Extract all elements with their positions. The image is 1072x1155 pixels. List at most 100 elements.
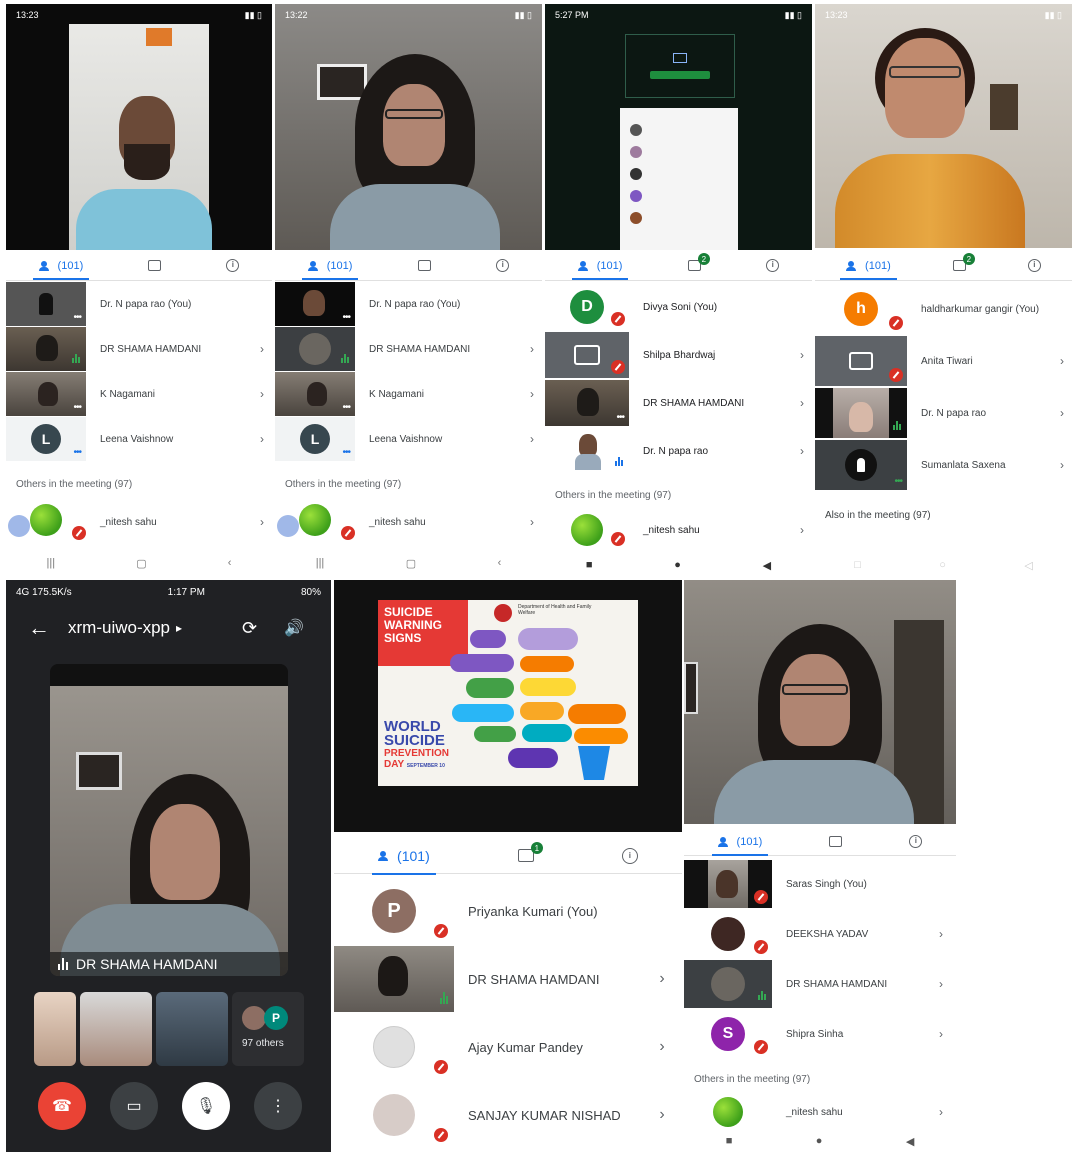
back-icon[interactable]: ◀ [763,559,771,572]
chevron-right-icon[interactable]: › [792,396,812,410]
participant-row[interactable]: L ••• Leena Vaishnow › [6,417,272,461]
tab-people[interactable]: (101) [32,260,90,280]
home-icon[interactable]: ● [816,1135,823,1147]
tab-chat[interactable] [829,836,843,847]
participant-tile[interactable] [80,992,152,1066]
chevron-right-icon[interactable]: › [252,432,272,446]
back-icon[interactable]: ← [28,615,50,641]
speaking-indicator-icon [58,958,68,970]
participant-row[interactable]: P Priyanka Kumari (You) [334,878,682,944]
chevron-right-icon[interactable]: › [522,515,542,529]
end-call-button[interactable]: ☎ [38,1082,86,1130]
participant-thumbnail [684,960,772,1008]
chevron-right-icon[interactable]: › [642,1038,682,1056]
tab-chat[interactable] [417,260,431,271]
back-icon[interactable]: ‹ [228,557,232,569]
home-icon[interactable]: ▢ [136,557,146,570]
chevron-right-icon[interactable]: › [252,387,272,401]
participant-row[interactable]: Dr. N papa rao › [545,428,812,474]
home-icon[interactable]: ○ [939,559,946,571]
chevron-right-icon[interactable]: › [642,1106,682,1124]
home-icon[interactable]: ● [674,559,681,571]
more-button[interactable]: ⋮ [254,1082,302,1130]
chevron-right-icon[interactable]: › [522,432,542,446]
home-icon[interactable]: ▢ [406,557,416,570]
chevron-right-icon[interactable]: ▸ [176,621,182,635]
chevron-right-icon[interactable]: › [252,515,272,529]
tab-info[interactable]: i [226,259,240,272]
tab-info[interactable]: i [909,835,923,848]
chevron-right-icon[interactable]: › [1052,354,1072,368]
tab-people[interactable]: (101) [571,260,629,280]
chevron-right-icon[interactable]: › [926,977,956,991]
participant-row[interactable]: Shilpa Bhardwaj › [545,332,812,378]
chevron-right-icon[interactable]: › [792,523,812,537]
chevron-right-icon[interactable]: › [792,348,812,362]
tab-info[interactable]: i [1027,259,1041,272]
participant-row[interactable]: ••• K Nagamani › [6,372,272,416]
participant-row[interactable]: ••• DR SHAMA HAMDANI › [545,380,812,426]
camera-button[interactable]: ▭ [110,1082,158,1130]
participant-row[interactable]: DR SHAMA HAMDANI › [684,960,956,1008]
chevron-right-icon[interactable]: › [1052,458,1072,472]
participant-row[interactable]: SANJAY KUMAR NISHAD › [334,1082,682,1148]
participant-row[interactable]: DR SHAMA HAMDANI › [334,946,682,1012]
back-icon[interactable]: ◀ [906,1135,914,1148]
chevron-right-icon[interactable]: › [792,444,812,458]
switch-camera-icon[interactable]: ⟳ [242,618,257,639]
tab-people[interactable]: (101) [372,848,436,875]
participant-row[interactable]: ••• Dr. N papa rao (You) [6,282,272,326]
recents-icon[interactable]: ||| [47,557,56,569]
participant-row[interactable]: DR SHAMA HAMDANI › [6,327,272,371]
participant-row[interactable]: Saras Singh (You) [684,860,956,908]
participant-tile[interactable] [156,992,228,1066]
participant-row[interactable]: Ajay Kumar Pandey › [334,1014,682,1080]
participant-tile[interactable] [34,992,76,1066]
tab-people[interactable]: (101) [301,260,359,280]
meeting-code[interactable]: xrm-uiwo-xpp [68,618,170,638]
chevron-right-icon[interactable]: › [926,927,956,941]
recents-icon[interactable]: ■ [726,1135,733,1147]
back-icon[interactable]: ◁ [1024,559,1032,572]
participant-row[interactable]: _nitesh sahu › [6,500,272,544]
others-tile[interactable]: P 97 others [232,992,304,1066]
tab-chat[interactable]: 2 [687,253,710,271]
mic-off-icon [754,940,768,954]
chevron-right-icon[interactable]: › [522,342,542,356]
participant-row[interactable]: _nitesh sahu › [275,500,542,544]
participant-row[interactable]: S Shipra Sinha › [684,1010,956,1058]
tab-chat[interactable]: 2 [952,253,975,271]
chevron-right-icon[interactable]: › [926,1027,956,1041]
tab-chat[interactable] [148,260,162,271]
recents-icon[interactable]: ■ [586,559,593,571]
back-icon[interactable]: ‹ [498,557,502,569]
stop-presenting-button[interactable] [650,71,710,79]
speaker-icon[interactable]: 🔊 [284,618,304,638]
participant-row[interactable]: _nitesh sahu › [684,1094,956,1130]
recents-icon[interactable]: □ [854,559,861,571]
tab-people[interactable]: (101) [711,836,769,856]
tab-chat[interactable]: 1 [517,842,543,862]
participant-row[interactable]: ••• Dr. N papa rao (You) [275,282,542,326]
chevron-right-icon[interactable]: › [522,387,542,401]
recents-icon[interactable]: ||| [316,557,325,569]
mic-button[interactable]: 🎙 [182,1082,230,1130]
tab-info[interactable]: i [621,847,638,864]
chevron-right-icon[interactable]: › [252,342,272,356]
participant-row[interactable]: L ••• Leena Vaishnow › [275,417,542,461]
participant-row[interactable]: _nitesh sahu › [545,510,812,550]
participant-row[interactable]: Anita Tiwari › [815,336,1072,386]
participant-row[interactable]: Dr. N papa rao › [815,388,1072,438]
participant-row[interactable]: ••• K Nagamani › [275,372,542,416]
tab-people[interactable]: (101) [840,260,897,280]
participant-row[interactable]: DR SHAMA HAMDANI › [275,327,542,371]
tab-info[interactable]: i [496,259,510,272]
participant-row[interactable]: D Divya Soni (You) [545,284,812,330]
chevron-right-icon[interactable]: › [926,1105,956,1119]
participant-row[interactable]: ••• Sumanlata Saxena › [815,440,1072,490]
chevron-right-icon[interactable]: › [642,970,682,988]
tab-info[interactable]: i [766,259,780,272]
chevron-right-icon[interactable]: › [1052,406,1072,420]
participant-row[interactable]: h haldharkumar gangir (You) [815,284,1072,334]
participant-row[interactable]: DEEKSHA YADAV › [684,910,956,958]
